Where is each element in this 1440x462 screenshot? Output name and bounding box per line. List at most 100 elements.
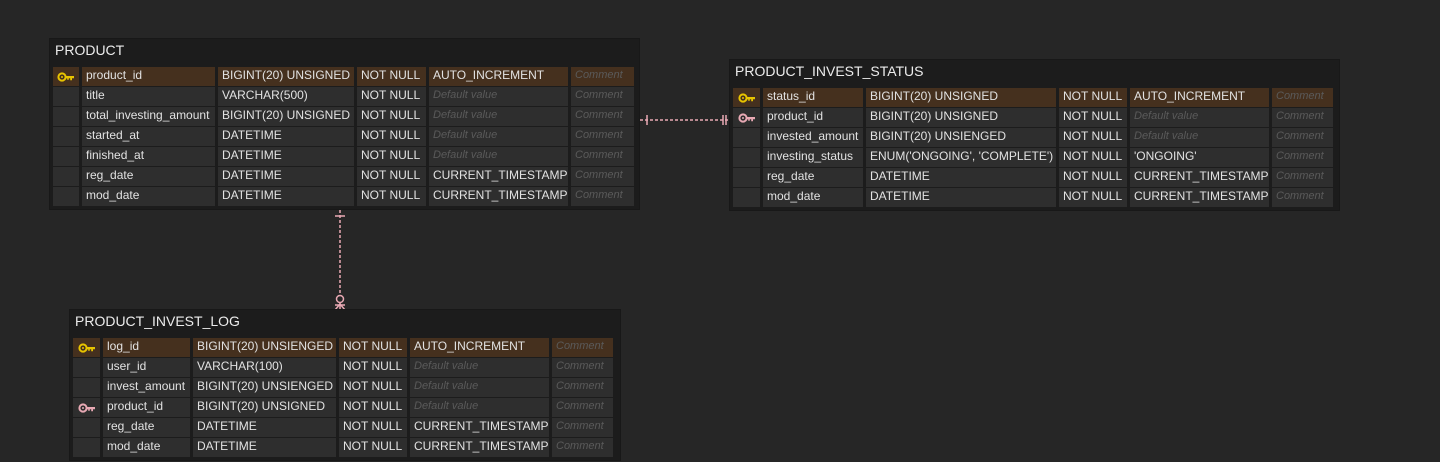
column-null[interactable]: NOT NULL [339,358,407,377]
key-cell[interactable] [53,187,79,206]
column-comment[interactable]: Comment [1272,148,1333,167]
column-type[interactable]: BIGINT(20) UNSIGNED [866,88,1056,107]
column-comment[interactable]: Comment [552,438,613,457]
column-default[interactable]: Default value [410,358,549,377]
column-row[interactable]: investing_status ENUM('ONGOING', 'COMPLET… [733,148,1336,168]
key-cell[interactable] [73,378,100,397]
key-cell[interactable] [53,147,79,166]
column-default[interactable]: Default value [1130,128,1269,147]
column-null[interactable]: NOT NULL [1059,88,1127,107]
column-type[interactable]: DATETIME [193,418,336,437]
column-null[interactable]: NOT NULL [339,438,407,457]
column-comment[interactable]: Comment [571,67,634,86]
column-type[interactable]: BIGINT(20) UNSIGNED [193,398,336,417]
column-null[interactable]: NOT NULL [357,127,426,146]
table-product[interactable]: PRODUCT product_id BIGINT(20) UNSIGNED NOT… [50,39,639,209]
key-cell[interactable] [733,128,760,147]
column-name[interactable]: reg_date [82,167,215,186]
column-type[interactable]: BIGINT(20) UNSIENGED [866,128,1056,147]
column-comment[interactable]: Comment [552,378,613,397]
column-row[interactable]: product_id BIGINT(20) UNSIGNED NOT NULL AUT… [53,67,636,87]
column-null[interactable]: NOT NULL [1059,108,1127,127]
column-type[interactable]: BIGINT(20) UNSIGNED [218,107,354,126]
column-type[interactable]: BIGINT(20) UNSIENGED [193,338,336,357]
column-row[interactable]: product_id BIGINT(20) UNSIGNED NOT NULL Def… [73,398,617,418]
column-type[interactable]: BIGINT(20) UNSIGNED [866,108,1056,127]
column-comment[interactable]: Comment [552,358,613,377]
column-default[interactable]: Default value [410,378,549,397]
column-default[interactable]: CURRENT_TIMESTAMP [1130,188,1269,207]
key-cell[interactable] [73,438,100,457]
column-name[interactable]: total_investing_amount [82,107,215,126]
column-name[interactable]: mod_date [103,438,190,457]
column-default[interactable]: CURRENT_TIMESTAMP [410,418,549,437]
table-product-invest-log[interactable]: PRODUCT_INVEST_LOG log_id BIGINT(20) UNSI… [70,310,620,460]
table-product-invest-status[interactable]: PRODUCT_INVEST_STATUS status_id BIGINT(20… [730,60,1339,210]
relation-product-log[interactable] [334,210,346,311]
column-name[interactable]: title [82,87,215,106]
column-type[interactable]: DATETIME [218,167,354,186]
column-default[interactable]: CURRENT_TIMESTAMP [410,438,549,457]
column-default[interactable]: Default value [429,107,568,126]
column-null[interactable]: NOT NULL [339,418,407,437]
column-type[interactable]: DATETIME [866,168,1056,187]
column-type[interactable]: DATETIME [193,438,336,457]
key-cell[interactable] [73,418,100,437]
relation-product-status[interactable] [640,115,729,125]
column-row[interactable]: mod_date DATETIME NOT NULL CURRENT_TIMESTAM… [73,438,617,458]
column-null[interactable]: NOT NULL [339,338,407,357]
column-default[interactable]: CURRENT_TIMESTAMP [429,167,568,186]
column-name[interactable]: investing_status [763,148,863,167]
column-name[interactable]: reg_date [103,418,190,437]
column-comment[interactable]: Comment [552,418,613,437]
key-cell[interactable] [53,127,79,146]
column-name[interactable]: invest_amount [103,378,190,397]
key-cell[interactable] [53,167,79,186]
column-row[interactable]: title VARCHAR(500) NOT NULL Default value Co… [53,87,636,107]
column-null[interactable]: NOT NULL [1059,188,1127,207]
column-default[interactable]: 'ONGOING' [1130,148,1269,167]
column-null[interactable]: NOT NULL [1059,128,1127,147]
column-comment[interactable]: Comment [1272,168,1333,187]
column-row[interactable]: mod_date DATETIME NOT NULL CURRENT_TIMESTAM… [53,187,636,207]
column-row[interactable]: user_id VARCHAR(100) NOT NULL Default value… [73,358,617,378]
key-cell[interactable] [53,67,79,86]
key-cell[interactable] [73,338,100,357]
column-comment[interactable]: Comment [571,87,634,106]
column-row[interactable]: status_id BIGINT(20) UNSIGNED NOT NULL AUTO… [733,88,1336,108]
column-default[interactable]: Default value [429,127,568,146]
column-null[interactable]: NOT NULL [1059,148,1127,167]
column-name[interactable]: user_id [103,358,190,377]
column-row[interactable]: reg_date DATETIME NOT NULL CURRENT_TIMESTAM… [53,167,636,187]
column-comment[interactable]: Comment [1272,88,1333,107]
column-type[interactable]: DATETIME [218,127,354,146]
key-cell[interactable] [733,168,760,187]
column-name[interactable]: finished_at [82,147,215,166]
column-null[interactable]: NOT NULL [357,67,426,86]
column-default[interactable]: Default value [1130,108,1269,127]
column-null[interactable]: NOT NULL [357,187,426,206]
column-comment[interactable]: Comment [571,187,634,206]
key-cell[interactable] [733,188,760,207]
column-comment[interactable]: Comment [571,107,634,126]
column-row[interactable]: mod_date DATETIME NOT NULL CURRENT_TIMESTAM… [733,188,1336,208]
column-null[interactable]: NOT NULL [339,378,407,397]
column-null[interactable]: NOT NULL [339,398,407,417]
column-comment[interactable]: Comment [552,398,613,417]
column-default[interactable]: Default value [410,398,549,417]
column-comment[interactable]: Comment [571,127,634,146]
column-name[interactable]: started_at [82,127,215,146]
column-row[interactable]: product_id BIGINT(20) UNSIGNED NOT NULL Def… [733,108,1336,128]
column-comment[interactable]: Comment [552,338,613,357]
column-default[interactable]: CURRENT_TIMESTAMP [1130,168,1269,187]
column-default[interactable]: CURRENT_TIMESTAMP [429,187,568,206]
column-null[interactable]: NOT NULL [357,147,426,166]
key-cell[interactable] [53,107,79,126]
column-type[interactable]: DATETIME [218,147,354,166]
key-cell[interactable] [733,108,760,127]
key-cell[interactable] [733,88,760,107]
column-row[interactable]: finished_at DATETIME NOT NULL Default value… [53,147,636,167]
column-null[interactable]: NOT NULL [1059,168,1127,187]
column-comment[interactable]: Comment [571,167,634,186]
key-cell[interactable] [73,398,100,417]
